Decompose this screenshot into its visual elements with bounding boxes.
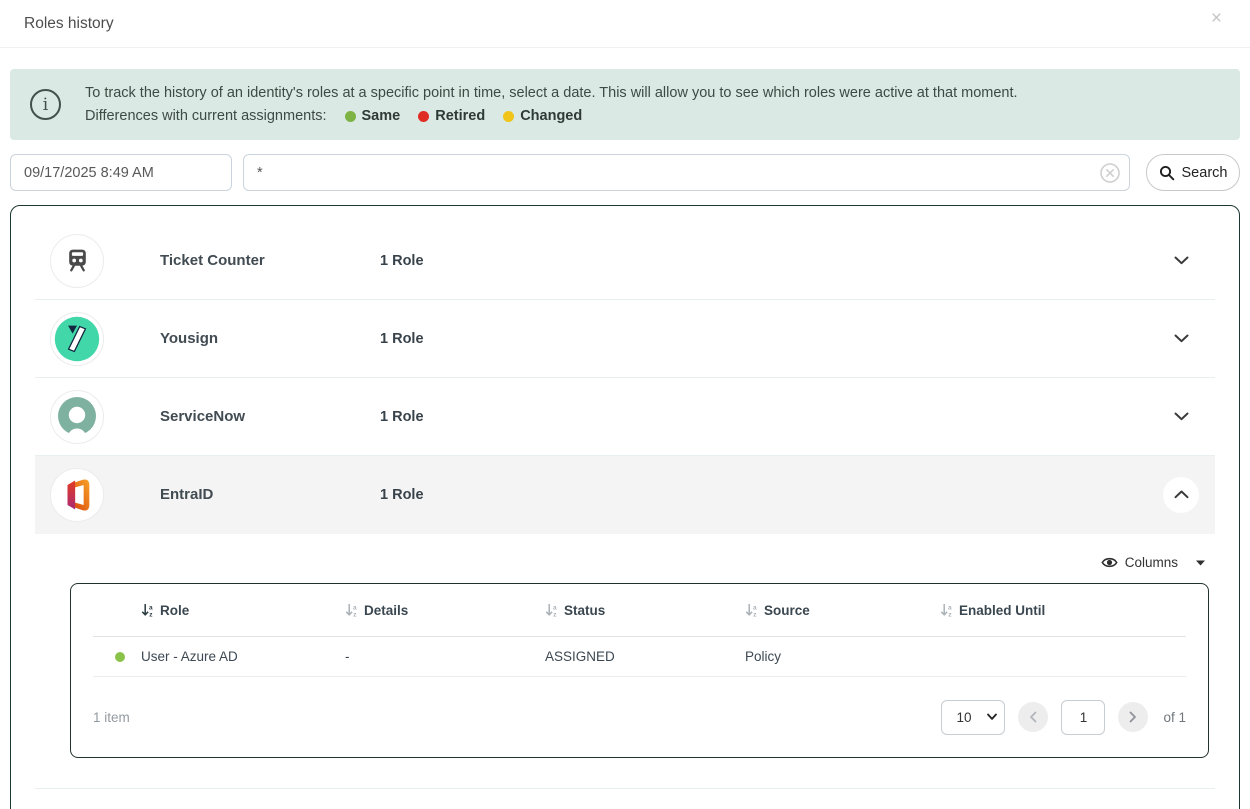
banner-text-block: To track the history of an identity's ro… — [85, 82, 1018, 127]
search-icon — [1159, 165, 1175, 181]
app-name: Ticket Counter — [160, 252, 380, 269]
page-size-select-wrap: 10 — [941, 700, 1005, 735]
pagination: 10 of 1 — [941, 700, 1186, 735]
legend-item-retired: Retired — [418, 105, 485, 127]
status-dot — [115, 652, 125, 662]
ticket-counter-avatar — [50, 234, 104, 288]
column-header-enabled-until[interactable]: az Enabled Until — [940, 603, 1186, 618]
columns-dropdown[interactable]: Columns — [35, 554, 1205, 571]
app-role-count: 1 Role — [380, 487, 424, 503]
roles-table-card: az Role az Details az Statu — [70, 583, 1209, 758]
column-header-details[interactable]: az Details — [345, 603, 545, 618]
page-title: Roles history — [24, 15, 114, 33]
app-role-count: 1 Role — [380, 409, 424, 425]
office-logo-icon — [58, 476, 96, 514]
chevron-down-icon[interactable] — [1163, 321, 1199, 357]
app-role-count: 1 Role — [380, 253, 424, 269]
cell-source: Policy — [745, 649, 940, 664]
legend-item-same: Same — [345, 105, 401, 127]
entraid-avatar — [50, 468, 104, 522]
close-icon[interactable]: × — [1207, 7, 1226, 30]
app-row-entraid[interactable]: EntraID 1 Role — [35, 456, 1215, 534]
search-button[interactable]: Search — [1146, 154, 1240, 191]
applications-panel: Ticket Counter 1 Role Yousign 1 Role — [10, 205, 1240, 809]
retired-dot — [418, 111, 429, 122]
next-page-button[interactable] — [1118, 702, 1148, 732]
sort-icon[interactable]: az — [940, 603, 953, 617]
legend-item-changed: Changed — [503, 105, 582, 127]
svg-text:z: z — [353, 611, 357, 617]
svg-text:z: z — [948, 611, 952, 617]
app-name: ServiceNow — [160, 408, 380, 425]
page-size-select[interactable]: 10 — [941, 700, 1005, 735]
eye-icon — [1101, 554, 1118, 571]
column-header-role[interactable]: az Role — [141, 603, 345, 618]
columns-label: Columns — [1125, 555, 1178, 570]
filter-bar: Search — [10, 154, 1240, 191]
cell-details: - — [345, 649, 545, 664]
page-number-input[interactable] — [1061, 700, 1105, 735]
sort-icon[interactable]: az — [545, 603, 558, 617]
servicenow-logo-icon — [54, 394, 100, 440]
info-banner: i To track the history of an identity's … — [10, 69, 1240, 140]
entraid-expanded-section: Columns az Role az — [35, 554, 1215, 789]
app-row-yousign[interactable]: Yousign 1 Role — [35, 300, 1215, 378]
banner-message: To track the history of an identity's ro… — [85, 82, 1018, 104]
svg-text:z: z — [753, 611, 757, 617]
modal-header: Roles history × — [0, 0, 1250, 48]
column-header-source[interactable]: az Source — [745, 603, 940, 618]
info-icon: i — [30, 89, 61, 120]
sort-icon[interactable]: az — [345, 603, 358, 617]
previous-page-button[interactable] — [1018, 702, 1048, 732]
app-name: EntraID — [160, 486, 380, 503]
yousign-avatar — [50, 312, 104, 366]
sort-icon[interactable]: az — [141, 603, 154, 617]
svg-text:z: z — [149, 611, 153, 617]
column-header-status[interactable]: az Status — [545, 603, 745, 618]
cell-status: ASSIGNED — [545, 649, 745, 664]
table-footer: 1 item 10 — [93, 677, 1186, 757]
search-input[interactable] — [243, 154, 1130, 191]
search-field-wrap — [243, 154, 1130, 191]
legend-line: Differences with current assignments: Sa… — [85, 105, 1018, 127]
next-row-divider — [35, 788, 1215, 789]
items-count: 1 item — [93, 710, 130, 725]
app-row-ticket-counter[interactable]: Ticket Counter 1 Role — [35, 222, 1215, 300]
table-row[interactable]: User - Azure AD - ASSIGNED Policy — [93, 637, 1186, 677]
chevron-down-icon[interactable] — [1163, 399, 1199, 435]
cell-role: User - Azure AD — [141, 649, 345, 664]
roles-history-modal: Roles history × i To track the history o… — [0, 0, 1250, 809]
clear-search-icon[interactable] — [1099, 162, 1121, 184]
svg-text:z: z — [553, 611, 557, 617]
chevron-up-icon[interactable] — [1163, 477, 1199, 513]
sort-icon[interactable]: az — [745, 603, 758, 617]
yousign-logo-icon — [53, 315, 101, 363]
chevron-down-icon[interactable] — [1163, 243, 1199, 279]
app-role-count: 1 Role — [380, 331, 424, 347]
page-total-label: of 1 — [1163, 710, 1186, 725]
tram-icon — [64, 247, 91, 274]
legend-label: Differences with current assignments: — [85, 105, 327, 127]
changed-dot — [503, 111, 514, 122]
date-picker-input[interactable] — [10, 154, 232, 191]
app-name: Yousign — [160, 330, 380, 347]
app-row-servicenow[interactable]: ServiceNow 1 Role — [35, 378, 1215, 456]
servicenow-avatar — [50, 390, 104, 444]
caret-down-icon — [1196, 560, 1205, 566]
same-dot — [345, 111, 356, 122]
table-header-row: az Role az Details az Statu — [93, 584, 1186, 637]
